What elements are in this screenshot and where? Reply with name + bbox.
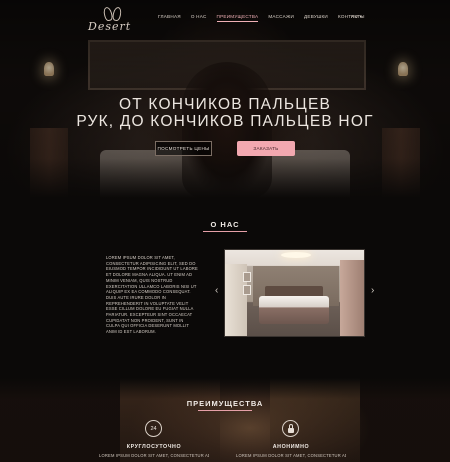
logo[interactable]: Desert (86, 5, 136, 35)
advantage-description: LOREM IPSUM DOLOR SIT AMET, CONSECTETUR … (99, 453, 209, 458)
advantages-title-underline (198, 410, 252, 411)
nav-item-girls[interactable]: ДЕВУШКИ (304, 14, 328, 22)
hero-title-line-1: ОТ КОНЧИКОВ ПАЛЬЦЕВ (118, 96, 332, 113)
hero-title-line-2: РУК, ДО КОНЧИКОВ ПАЛЬЦЕВ НОГ (76, 113, 374, 130)
advantage-description: LOREM IPSUM DOLOR SIT AMET, CONSECTETUR … (236, 453, 346, 458)
about-title-underline (203, 231, 247, 232)
view-prices-button[interactable]: ПОСМОТРЕТЬ ЦЕНЫ (155, 141, 212, 156)
advantages-section (0, 378, 450, 462)
clock-24-icon: 24 (145, 420, 162, 437)
logo-mark-icon (100, 5, 126, 22)
nav-menu: ГЛАВНАЯ О НАС ПРЕИМУЩЕСТВА МАССАЖИ ДЕВУШ… (158, 14, 365, 22)
language-label: RU (351, 14, 358, 19)
slider-next-arrow-icon[interactable]: › (371, 286, 374, 296)
lock-icon (282, 420, 299, 437)
advantages-title: ПРЕИМУЩЕСТВА (186, 399, 264, 408)
advantage-name: КРУГЛОСУТОЧНО (126, 444, 182, 450)
wall-picture (243, 272, 251, 282)
ceiling-light (281, 252, 311, 258)
about-text: LOREM IPSUM DOLOR SIT AMET, CONSECTETUR … (106, 255, 198, 335)
chevron-down-icon: ▾ (359, 14, 362, 19)
logo-text: Desert (88, 20, 132, 33)
wall-picture (243, 285, 251, 295)
advantages-overlay (0, 378, 450, 462)
curtain-right (340, 260, 364, 336)
slider-prev-arrow-icon[interactable]: ‹ (215, 286, 218, 296)
about-title: О НАС (210, 220, 240, 229)
about-image-slider (224, 249, 365, 337)
nav-item-advantages[interactable]: ПРЕИМУЩЕСТВА (216, 14, 259, 22)
hero-title: ОТ КОНЧИКОВ ПАЛЬЦЕВ РУК, ДО КОНЧИКОВ ПАЛ… (0, 96, 450, 130)
room-bed (259, 296, 329, 324)
advantage-name: АНОНИМНО (272, 444, 310, 450)
order-button[interactable]: ЗАКАЗАТЬ (237, 141, 295, 156)
nav-item-home[interactable]: ГЛАВНАЯ (158, 14, 181, 22)
top-navigation: Desert ГЛАВНАЯ О НАС ПРЕИМУЩЕСТВА МАССАЖ… (0, 0, 450, 40)
nav-item-massages[interactable]: МАССАЖИ (268, 14, 294, 22)
language-selector[interactable]: RU ▾ (351, 14, 362, 20)
nav-item-about[interactable]: О НАС (191, 14, 207, 22)
